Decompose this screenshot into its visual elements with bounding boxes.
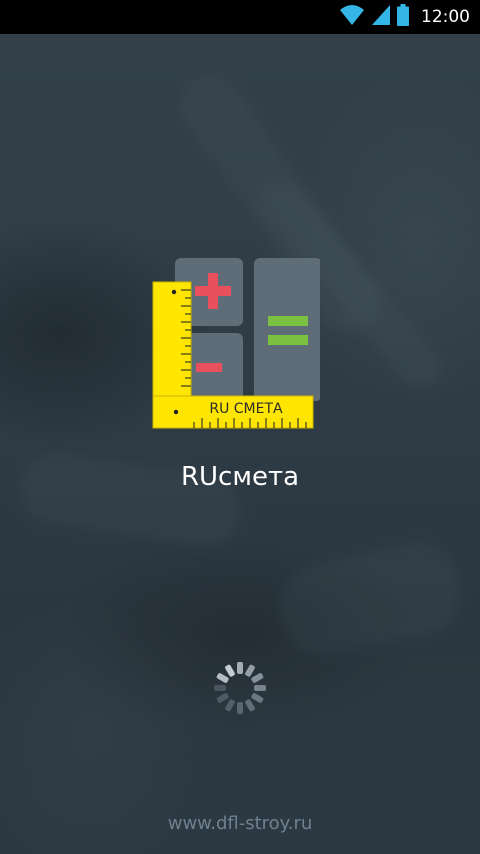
app-name: RUсмета: [180, 462, 300, 492]
website-link[interactable]: www.dfl-stroy.ru: [0, 813, 480, 834]
splash-screen: 12:00 RU СМЕТА RUсмета www.dfl-stroy.ru: [0, 0, 480, 854]
wifi-icon: [339, 4, 365, 31]
status-bar: 12:00: [0, 0, 480, 34]
app-logo: RU СМЕТА: [150, 256, 322, 432]
logo-label: RU СМЕТА: [209, 401, 283, 417]
minus-icon: [196, 363, 222, 372]
loading-spinner-icon: [212, 660, 268, 716]
cell-signal-icon: [371, 4, 391, 31]
battery-icon: [397, 3, 409, 31]
status-time: 12:00: [421, 7, 470, 27]
background-image: [0, 34, 480, 854]
equals-tile: [254, 258, 322, 401]
